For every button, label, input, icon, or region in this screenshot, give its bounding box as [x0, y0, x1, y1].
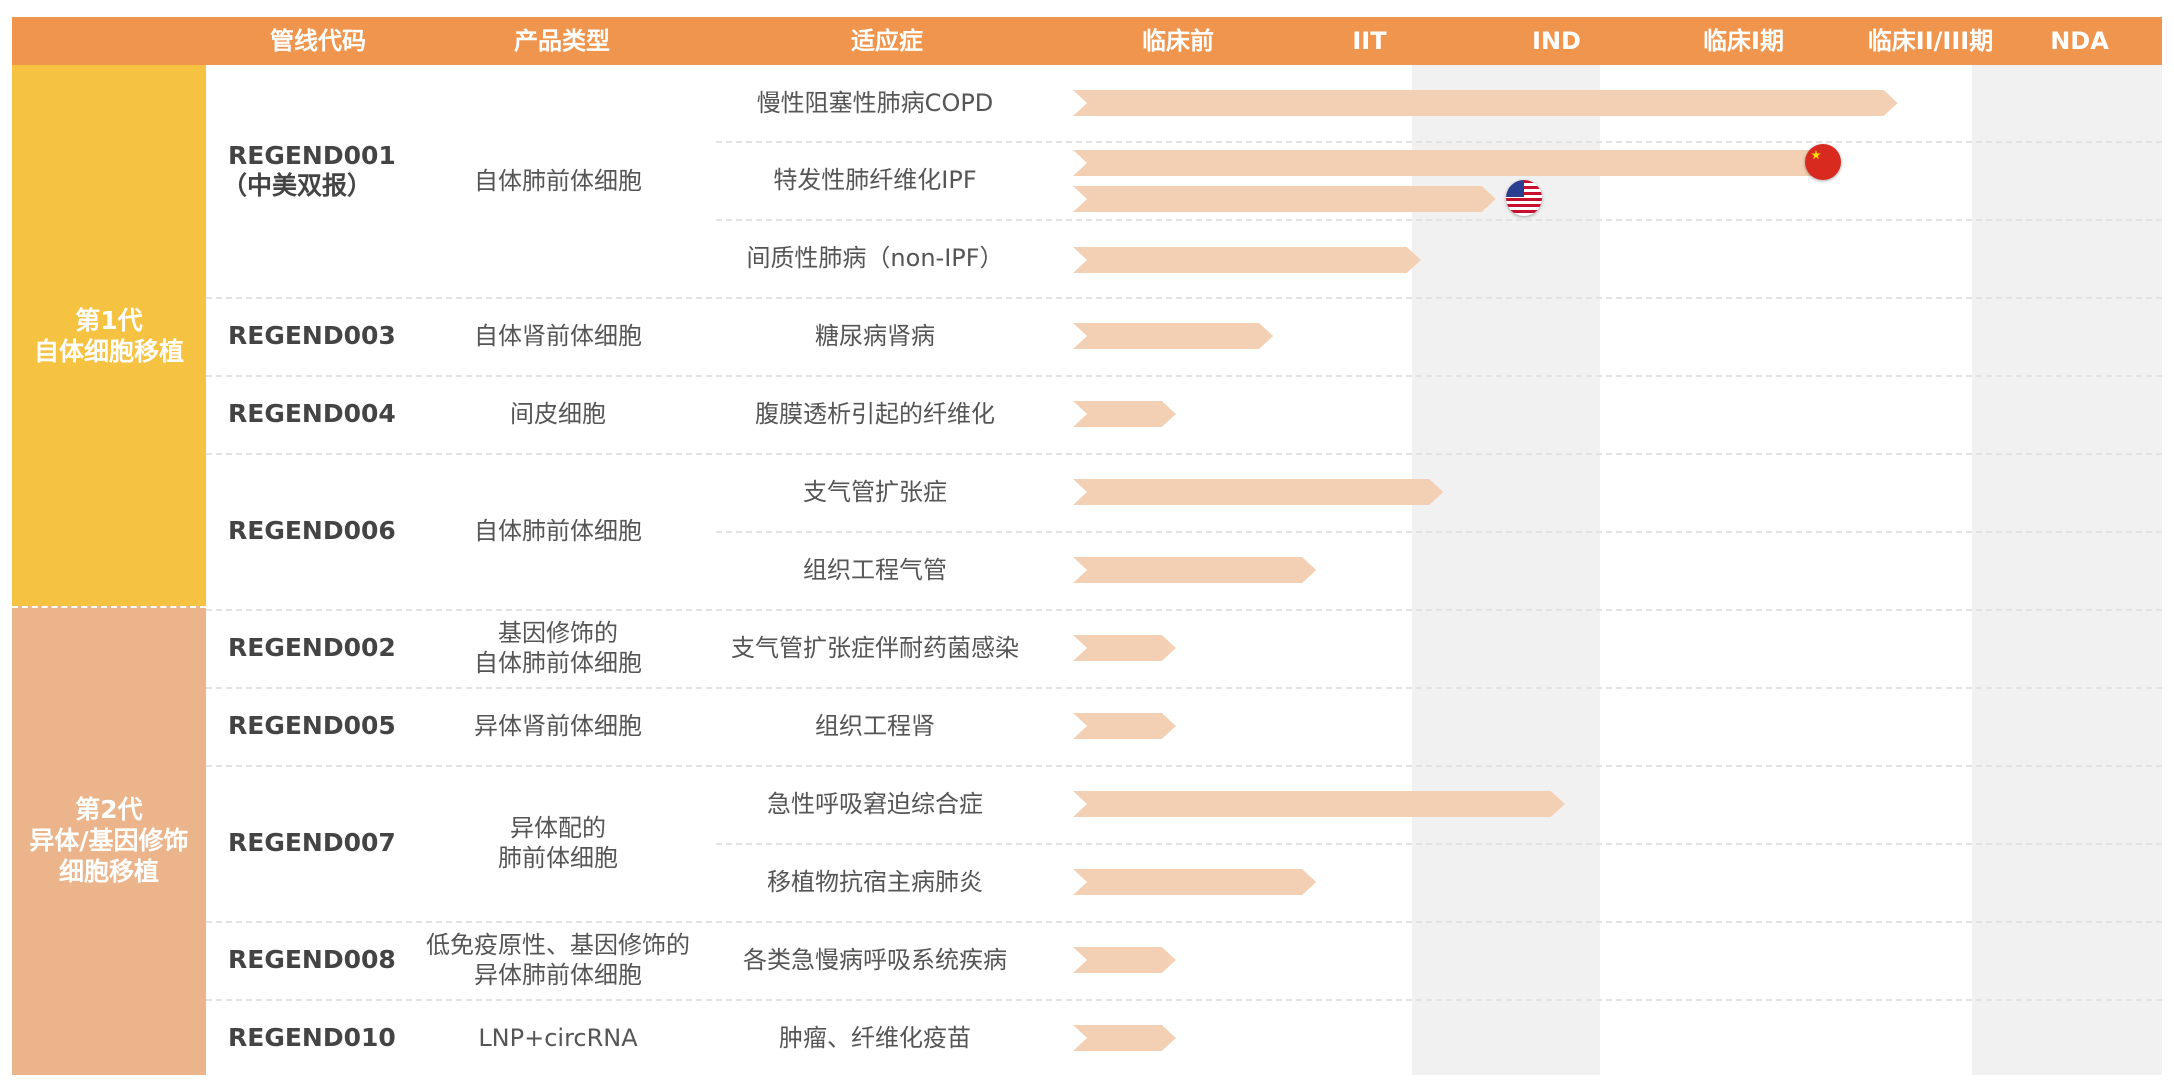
- progress-bar: [1073, 869, 1317, 895]
- progress-bar: [1073, 323, 1274, 349]
- progress-bars: [1073, 90, 1898, 1051]
- progress-bar: [1073, 557, 1317, 583]
- progress-bar: [1073, 150, 1840, 176]
- progress-bar: [1073, 479, 1444, 505]
- progress-bar: [1073, 713, 1176, 739]
- usa-flag-icon: [1506, 180, 1542, 216]
- progress-bar: [1073, 635, 1176, 661]
- progress-bar: [1073, 90, 1898, 116]
- progress-bar: [1073, 186, 1496, 212]
- progress-bar: [1073, 791, 1565, 817]
- progress-bar: [1073, 401, 1176, 427]
- china-flag-icon: [1805, 144, 1841, 180]
- progress-bar: [1073, 947, 1176, 973]
- progress-bar: [1073, 247, 1421, 273]
- progress-bar: [1073, 1025, 1176, 1051]
